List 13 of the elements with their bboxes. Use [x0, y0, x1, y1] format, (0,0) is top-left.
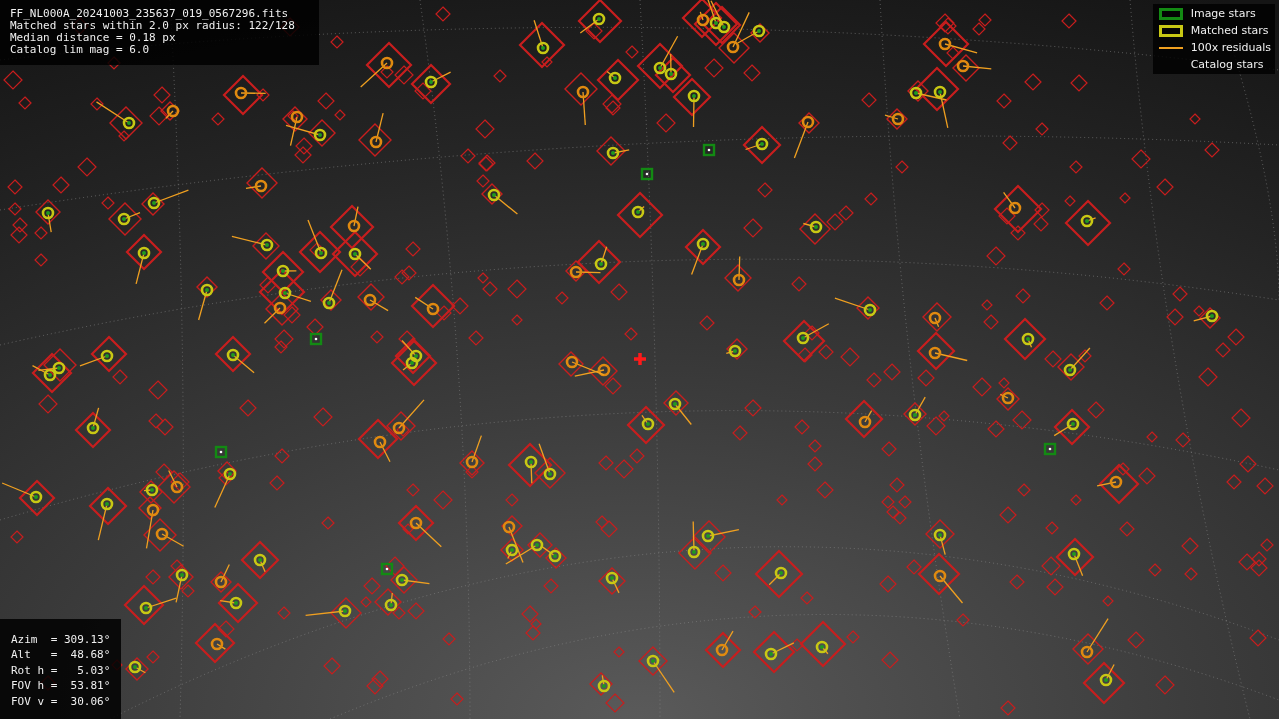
pointing-line: FOV v = 30.06°: [11, 693, 109, 709]
legend-label: Image stars: [1190, 7, 1256, 20]
pointing-line: FOV h = 53.81°: [11, 678, 109, 694]
pointing-line: Alt = 48.68°: [11, 647, 109, 663]
pointing-line: Azim = 309.13°: [11, 631, 109, 647]
info-line: Median distance = 0.18 px: [10, 32, 177, 44]
legend-label: Matched stars: [1190, 24, 1269, 37]
info-line: Catalog lim mag = 6.0: [10, 44, 151, 56]
info-line: Matched stars within 2.0 px radius: 122/128: [10, 20, 296, 32]
legend-label: Catalog stars: [1190, 58, 1264, 71]
legend-label: 100x residuals: [1190, 41, 1271, 54]
pointing-line: Rot h = 5.03°: [11, 662, 109, 678]
info-line: FF_NL000A_20241003_235637_019_0567296.fits: [10, 8, 290, 20]
